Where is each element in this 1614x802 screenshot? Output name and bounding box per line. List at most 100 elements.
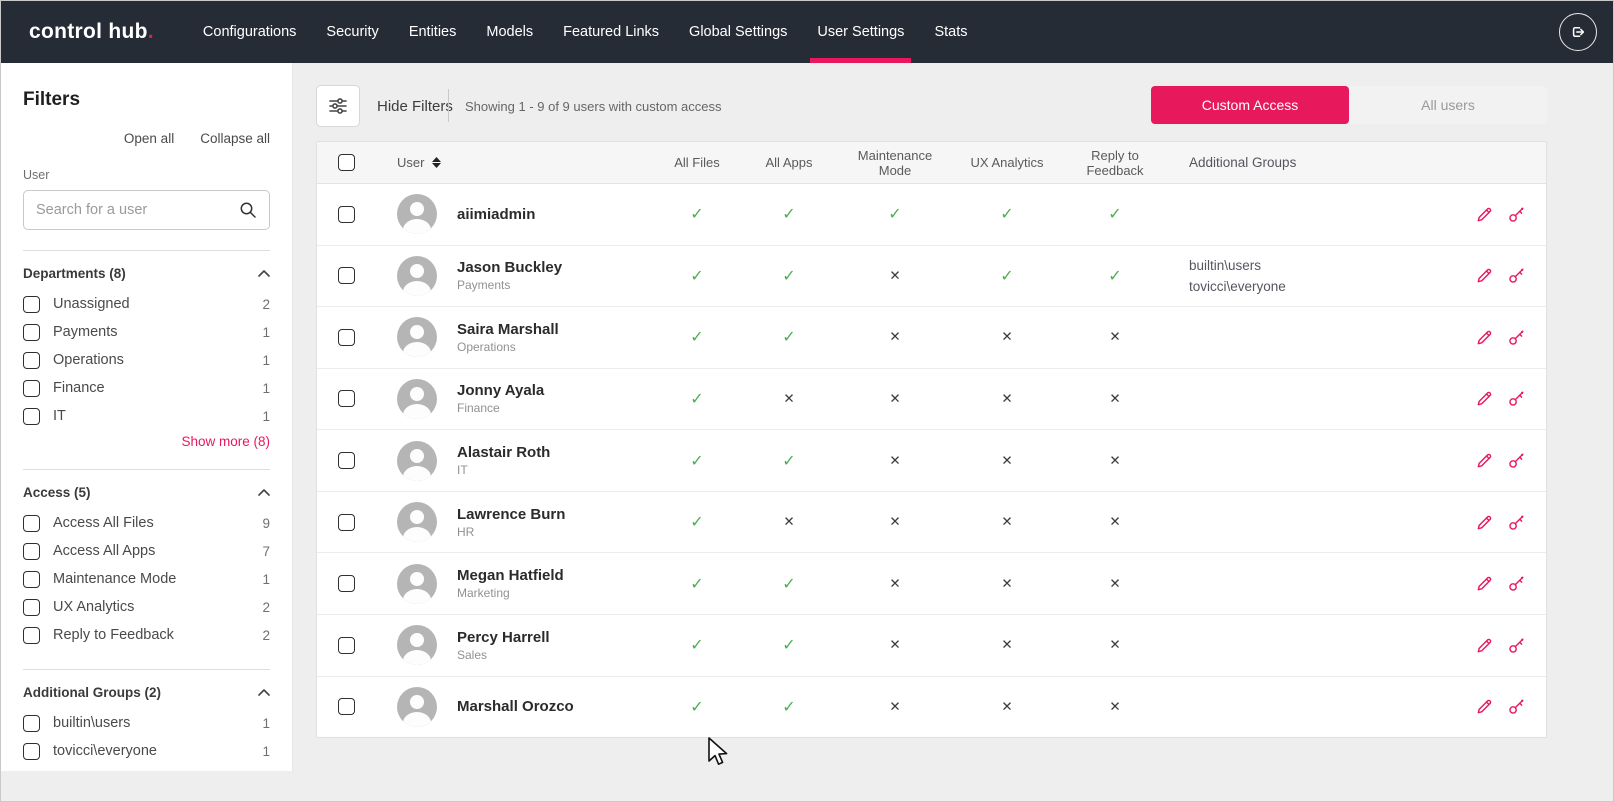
filter-checkbox[interactable] bbox=[23, 543, 40, 560]
select-all-checkbox[interactable] bbox=[338, 154, 355, 171]
row-checkbox[interactable] bbox=[338, 390, 355, 407]
permissions-button[interactable] bbox=[1507, 389, 1526, 408]
filter-section-header[interactable]: Access (5) bbox=[23, 485, 270, 500]
logout-button[interactable] bbox=[1559, 13, 1597, 51]
check-icon: ✓ bbox=[782, 451, 795, 471]
edit-user-button[interactable] bbox=[1475, 574, 1494, 593]
filter-section-items: Access All Files 9 Access All Apps 7 Mai… bbox=[23, 509, 270, 649]
user-filter-label: User bbox=[23, 168, 270, 182]
filter-checkbox[interactable] bbox=[23, 352, 40, 369]
filter-item[interactable]: Unassigned 2 bbox=[23, 290, 270, 318]
filter-item[interactable]: Reply to Feedback 2 bbox=[23, 621, 270, 649]
cross-icon: ✕ bbox=[783, 514, 794, 530]
row-checkbox[interactable] bbox=[338, 206, 355, 223]
mouse-cursor bbox=[707, 737, 733, 767]
toggle-filters-button[interactable] bbox=[316, 85, 360, 127]
chevron-up-icon[interactable] bbox=[258, 270, 270, 277]
nav-item-models[interactable]: Models bbox=[471, 1, 548, 63]
permissions-button[interactable] bbox=[1507, 636, 1526, 655]
filter-checkbox[interactable] bbox=[23, 408, 40, 425]
nav-item-user-settings[interactable]: User Settings bbox=[802, 1, 919, 63]
user-search-input[interactable] bbox=[36, 202, 239, 218]
edit-user-button[interactable] bbox=[1475, 205, 1494, 224]
filter-section-items: Unassigned 2 Payments 1 Operations 1 Fin… bbox=[23, 290, 270, 430]
filter-section-title: Additional Groups (2) bbox=[23, 685, 161, 700]
filters-links-row: Open all Collapse all bbox=[23, 131, 270, 146]
filter-item[interactable]: Finance 1 bbox=[23, 374, 270, 402]
filter-item[interactable]: builtin\users 1 bbox=[23, 709, 270, 737]
permissions-button[interactable] bbox=[1507, 697, 1526, 716]
chevron-up-icon[interactable] bbox=[258, 689, 270, 696]
filter-checkbox[interactable] bbox=[23, 296, 40, 313]
edit-user-button[interactable] bbox=[1475, 328, 1494, 347]
show-more-link[interactable]: Show more (8) bbox=[23, 434, 270, 449]
column-user[interactable]: User bbox=[397, 155, 424, 170]
open-all-link[interactable]: Open all bbox=[124, 131, 174, 146]
nav-item-label: Featured Links bbox=[563, 24, 659, 40]
nav-item-global-settings[interactable]: Global Settings bbox=[674, 1, 802, 63]
edit-user-button[interactable] bbox=[1475, 266, 1494, 285]
row-checkbox[interactable] bbox=[338, 698, 355, 715]
edit-user-button[interactable] bbox=[1475, 389, 1494, 408]
permissions-button[interactable] bbox=[1507, 574, 1526, 593]
filter-item[interactable]: UX Analytics 2 bbox=[23, 593, 270, 621]
pencil-icon bbox=[1475, 451, 1494, 470]
all-users-tab[interactable]: All users bbox=[1349, 86, 1547, 124]
cell-all-apps: ✕ bbox=[742, 391, 836, 407]
row-checkbox[interactable] bbox=[338, 575, 355, 592]
search-icon[interactable] bbox=[239, 201, 257, 219]
row-checkbox[interactable] bbox=[338, 637, 355, 654]
filter-checkbox[interactable] bbox=[23, 380, 40, 397]
cross-icon: ✕ bbox=[889, 514, 900, 530]
check-icon: ✓ bbox=[690, 266, 703, 286]
check-icon: ✓ bbox=[888, 204, 901, 224]
edit-user-button[interactable] bbox=[1475, 513, 1494, 532]
filter-section-header[interactable]: Departments (8) bbox=[23, 266, 270, 281]
users-table: User All Files All Apps Maintenance Mode… bbox=[316, 141, 1547, 738]
sort-icon[interactable] bbox=[432, 157, 441, 168]
filter-item[interactable]: Access All Files 9 bbox=[23, 509, 270, 537]
filter-section-header[interactable]: Additional Groups (2) bbox=[23, 685, 270, 700]
custom-access-tab[interactable]: Custom Access bbox=[1151, 86, 1349, 124]
permissions-button[interactable] bbox=[1507, 266, 1526, 285]
filter-checkbox[interactable] bbox=[23, 571, 40, 588]
filter-item[interactable]: Payments 1 bbox=[23, 318, 270, 346]
filter-item[interactable]: Maintenance Mode 1 bbox=[23, 565, 270, 593]
permissions-button[interactable] bbox=[1507, 513, 1526, 532]
cell-all-apps: ✓ bbox=[742, 635, 836, 655]
edit-user-button[interactable] bbox=[1475, 451, 1494, 470]
permissions-button[interactable] bbox=[1507, 205, 1526, 224]
permissions-button[interactable] bbox=[1507, 328, 1526, 347]
row-checkbox[interactable] bbox=[338, 514, 355, 531]
collapse-all-link[interactable]: Collapse all bbox=[200, 131, 270, 146]
hide-filters-label[interactable]: Hide Filters bbox=[377, 85, 453, 127]
check-icon: ✓ bbox=[782, 635, 795, 655]
check-icon: ✓ bbox=[782, 574, 795, 594]
nav-item-security[interactable]: Security bbox=[311, 1, 393, 63]
nav-item-configurations[interactable]: Configurations bbox=[188, 1, 312, 63]
filter-checkbox[interactable] bbox=[23, 515, 40, 532]
row-checkbox[interactable] bbox=[338, 267, 355, 284]
filter-checkbox[interactable] bbox=[23, 599, 40, 616]
row-checkbox[interactable] bbox=[338, 329, 355, 346]
permissions-button[interactable] bbox=[1507, 451, 1526, 470]
cell-all-files: ✓ bbox=[652, 512, 742, 532]
avatar bbox=[397, 564, 437, 604]
filter-item[interactable]: Operations 1 bbox=[23, 346, 270, 374]
filter-item[interactable]: IT 1 bbox=[23, 402, 270, 430]
filter-checkbox[interactable] bbox=[23, 715, 40, 732]
filter-checkbox[interactable] bbox=[23, 627, 40, 644]
nav-item-stats[interactable]: Stats bbox=[919, 1, 982, 63]
user-department: Sales bbox=[457, 648, 550, 662]
row-checkbox[interactable] bbox=[338, 452, 355, 469]
filter-item[interactable]: Access All Apps 7 bbox=[23, 537, 270, 565]
filter-checkbox[interactable] bbox=[23, 324, 40, 341]
cell-all-files: ✓ bbox=[652, 574, 742, 594]
nav-item-featured-links[interactable]: Featured Links bbox=[548, 1, 674, 63]
filter-item[interactable]: tovicci\everyone 1 bbox=[23, 737, 270, 765]
edit-user-button[interactable] bbox=[1475, 697, 1494, 716]
nav-item-entities[interactable]: Entities bbox=[394, 1, 472, 63]
edit-user-button[interactable] bbox=[1475, 636, 1494, 655]
chevron-up-icon[interactable] bbox=[258, 489, 270, 496]
filter-checkbox[interactable] bbox=[23, 743, 40, 760]
